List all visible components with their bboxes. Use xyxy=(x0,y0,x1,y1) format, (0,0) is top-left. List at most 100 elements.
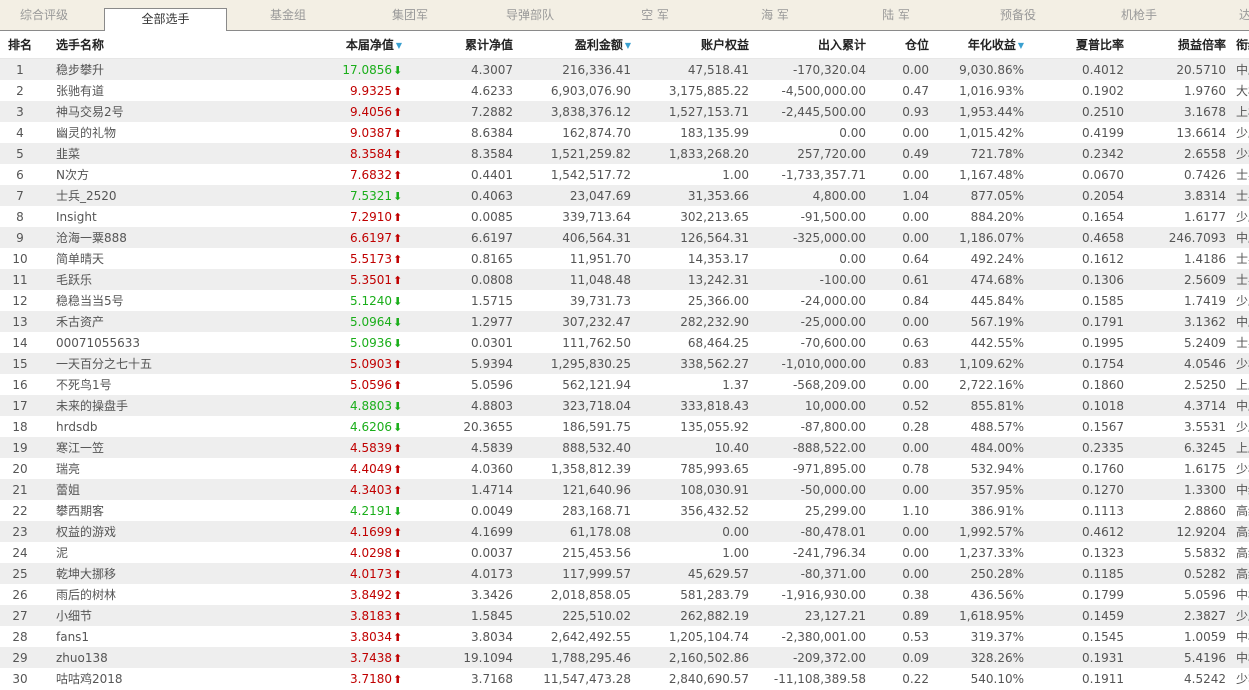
player-name-link[interactable]: 寒江一笠 xyxy=(40,437,220,458)
current-nav-value: 8.3584 xyxy=(350,146,392,161)
table-row[interactable]: 5 韭菜 8.3584⬆ 8.3584 1,521,259.82 1,833,268.20… xyxy=(0,143,1249,164)
tab-missile[interactable]: 导弹部队 xyxy=(480,0,580,30)
player-name-link[interactable]: 00071055633 xyxy=(40,332,220,353)
current-nav-cell: 5.3501⬆ xyxy=(220,269,408,290)
col-annual-return[interactable]: 年化收益 ▼ xyxy=(929,31,1024,59)
rank-cell: 22 xyxy=(0,500,40,521)
player-name-link[interactable]: 蕾姐 xyxy=(40,479,220,500)
player-name-link[interactable]: Insight xyxy=(40,206,220,227)
player-name-link[interactable]: 张驰有道 xyxy=(40,80,220,101)
tab-overflow[interactable]: 达 xyxy=(1239,0,1249,30)
player-name-link[interactable]: 不死鸟1号 xyxy=(40,374,220,395)
pl-ratio-cell: 5.0596 xyxy=(1124,584,1226,605)
col-equity[interactable]: 账户权益 xyxy=(631,31,749,59)
table-row[interactable]: 15 一天百分之七十五 5.0903⬆ 5.9394 1,295,830.25 338,5… xyxy=(0,353,1249,374)
table-row[interactable]: 8 Insight 7.2910⬆ 0.0085 339,713.64 302,213.6… xyxy=(0,206,1249,227)
tab-air-force[interactable]: 空 军 xyxy=(605,0,705,30)
player-name-link[interactable]: fans1 xyxy=(40,626,220,647)
tab-reserve[interactable]: 预备役 xyxy=(968,0,1068,30)
table-row[interactable]: 3 神马交易2号 9.4056⬆ 7.2882 3,838,376.12 1,527,15… xyxy=(0,101,1249,122)
col-rank-level[interactable]: 衔级 xyxy=(1226,31,1249,59)
col-rank[interactable]: 排名 xyxy=(0,31,40,59)
table-row[interactable]: 19 寒江一笠 4.5839⬆ 4.5839 888,532.40 10.40 -888,5… xyxy=(0,437,1249,458)
tab-fund-group[interactable]: 基金组 xyxy=(238,0,338,30)
current-nav-cell: 4.3403⬆ xyxy=(220,479,408,500)
col-sharpe[interactable]: 夏普比率 xyxy=(1024,31,1124,59)
table-row[interactable]: 25 乾坤大挪移 4.0173⬆ 4.0173 117,999.57 45,629.57-… xyxy=(0,563,1249,584)
table-row[interactable]: 28 fans1 3.8034⬆ 3.8034 2,642,492.55 1,205,10… xyxy=(0,626,1249,647)
table-row[interactable]: 27 小细节 3.8183⬆ 1.5845 225,510.02 262,882.19 23… xyxy=(0,605,1249,626)
player-name-link[interactable]: 泥 xyxy=(40,542,220,563)
table-row[interactable]: 22 攀西期客 4.2191⬇ 0.0049 283,168.71 356,432.52 2… xyxy=(0,500,1249,521)
table-row[interactable]: 17 未来的操盘手 4.8803⬇ 4.8803 323,718.04 333,818.4… xyxy=(0,395,1249,416)
player-name-link[interactable]: 未来的操盘手 xyxy=(40,395,220,416)
player-name-link[interactable]: 简单晴天 xyxy=(40,248,220,269)
table-row[interactable]: 23 权益的游戏 4.1699⬆ 4.1699 61,178.08 0.00 -80,478… xyxy=(0,521,1249,542)
table-row[interactable]: 10 简单晴天 5.5173⬆ 0.8165 11,951.70 14,353.17 0.0… xyxy=(0,248,1249,269)
flow-cell: -241,796.34 xyxy=(749,542,866,563)
table-row[interactable]: 1 稳步攀升 17.0856⬇ 4.3007 216,336.41 47,518.41 -1… xyxy=(0,58,1249,80)
player-name-link[interactable]: 瑞亮 xyxy=(40,458,220,479)
player-name-link[interactable]: 咕咕鸡2018 xyxy=(40,668,220,689)
table-row[interactable]: 9 沧海一粟888 6.6197⬆ 6.6197 406,564.31 126,564.3… xyxy=(0,227,1249,248)
rank-cell: 17 xyxy=(0,395,40,416)
current-nav-cell: 4.1699⬆ xyxy=(220,521,408,542)
player-name-link[interactable]: 沧海一粟888 xyxy=(40,227,220,248)
player-name-link[interactable]: 幽灵的礼物 xyxy=(40,122,220,143)
player-name-link[interactable]: 稳步攀升 xyxy=(40,58,220,80)
table-row[interactable]: 6 N次方 7.6832⬆ 0.4401 1,542,517.72 1.00 -1,733,… xyxy=(0,164,1249,185)
table-row[interactable]: 21 蕾姐 4.3403⬆ 1.4714 121,640.96 108,030.91 -50… xyxy=(0,479,1249,500)
col-cumulative-nav[interactable]: 累计净值 xyxy=(408,31,513,59)
player-name-link[interactable]: zhuo138 xyxy=(40,647,220,668)
tab-rating[interactable]: 综合评级 xyxy=(0,0,88,30)
tab-machine-gunner[interactable]: 机枪手 xyxy=(1089,0,1189,30)
col-player-name[interactable]: 选手名称 xyxy=(40,31,220,59)
player-name-link[interactable]: 雨后的树林 xyxy=(40,584,220,605)
tab-army-group[interactable]: 集团军 xyxy=(360,0,460,30)
pl-ratio-cell: 6.3245 xyxy=(1124,437,1226,458)
table-row[interactable]: 20 瑞亮 4.4049⬆ 4.0360 1,358,812.39 785,993.65-… xyxy=(0,458,1249,479)
equity-cell: 68,464.25 xyxy=(631,332,749,353)
player-name-link[interactable]: 韭菜 xyxy=(40,143,220,164)
col-pl-ratio[interactable]: 损益倍率 xyxy=(1124,31,1226,59)
table-row[interactable]: 11 毛跃乐 5.3501⬆ 0.0808 11,048.48 13,242.31 -100… xyxy=(0,269,1249,290)
table-row[interactable]: 26 雨后的树林 3.8492⬆ 3.3426 2,018,858.05 581,283.… xyxy=(0,584,1249,605)
player-name-link[interactable]: 禾古资产 xyxy=(40,311,220,332)
col-position[interactable]: 仓位 xyxy=(866,31,929,59)
player-name-link[interactable]: 稳稳当当5号 xyxy=(40,290,220,311)
player-name-link[interactable]: hrdsdb xyxy=(40,416,220,437)
table-row[interactable]: 12 稳稳当当5号 5.1240⬇ 1.5715 39,731.73 25,366.00-… xyxy=(0,290,1249,311)
current-nav-value: 3.7180 xyxy=(350,671,392,686)
table-row[interactable]: 24 泥 4.0298⬆ 0.0037 215,453.56 1.00 -241,796.3… xyxy=(0,542,1249,563)
player-name-link[interactable]: 毛跃乐 xyxy=(40,269,220,290)
table-row[interactable]: 16 不死鸟1号 5.0596⬆ 5.0596 562,121.94 1.37 -568,2… xyxy=(0,374,1249,395)
sharpe-cell: 0.1760 xyxy=(1024,458,1124,479)
table-row[interactable]: 14 00071055633 5.0936⬇ 0.0301 111,762.50 68,4… xyxy=(0,332,1249,353)
pl-ratio-cell: 1.0059 xyxy=(1124,626,1226,647)
player-name-link[interactable]: 乾坤大挪移 xyxy=(40,563,220,584)
tab-all-players[interactable]: 全部选手 xyxy=(104,8,227,31)
profit-cell: 323,718.04 xyxy=(513,395,631,416)
player-name-link[interactable]: 士兵_2520 xyxy=(40,185,220,206)
player-name-link[interactable]: 小细节 xyxy=(40,605,220,626)
position-cell: 0.78 xyxy=(866,458,929,479)
player-name-link[interactable]: 神马交易2号 xyxy=(40,101,220,122)
table-row[interactable]: 29 zhuo138 3.7438⬆ 19.1094 1,788,295.46 2,160… xyxy=(0,647,1249,668)
tab-army[interactable]: 陆 军 xyxy=(846,0,946,30)
table-row[interactable]: 13 禾古资产 5.0964⬇ 1.2977 307,232.47 282,232.90-… xyxy=(0,311,1249,332)
player-name-link[interactable]: 一天百分之七十五 xyxy=(40,353,220,374)
arrow-up-icon: ⬆ xyxy=(393,105,403,119)
col-current-nav[interactable]: 本届净值 ▼ xyxy=(220,31,408,59)
col-flow[interactable]: 出入累计 xyxy=(749,31,866,59)
table-row[interactable]: 2 张驰有道 9.9325⬆ 4.6233 6,903,076.90 3,175,885.… xyxy=(0,80,1249,101)
table-row[interactable]: 18 hrdsdb 4.6206⬇ 20.3655 186,591.75 135,055.… xyxy=(0,416,1249,437)
table-row[interactable]: 7 士兵_2520 7.5321⬇ 0.4063 23,047.69 31,353.66 4… xyxy=(0,185,1249,206)
equity-cell: 1,205,104.74 xyxy=(631,626,749,647)
table-row[interactable]: 30 咕咕鸡2018 3.7180⬆ 3.7168 11,547,473.28 2,840… xyxy=(0,668,1249,689)
tab-navy[interactable]: 海 军 xyxy=(725,0,825,30)
col-profit[interactable]: 盈利金额 ▼ xyxy=(513,31,631,59)
player-name-link[interactable]: 权益的游戏 xyxy=(40,521,220,542)
player-name-link[interactable]: 攀西期客 xyxy=(40,500,220,521)
player-name-link[interactable]: N次方 xyxy=(40,164,220,185)
table-row[interactable]: 4 幽灵的礼物 9.0387⬆ 8.6384 162,874.70 183,135.99 0… xyxy=(0,122,1249,143)
